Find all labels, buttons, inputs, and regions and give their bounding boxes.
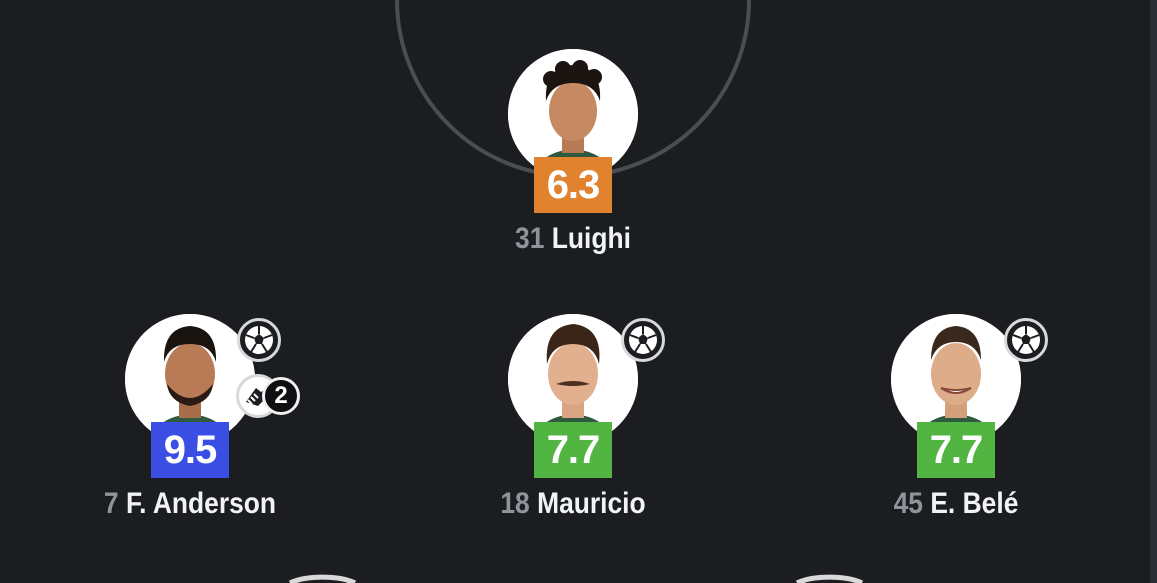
player-number: 31 <box>515 222 545 255</box>
player-label: 45 E. Belé <box>850 486 1061 522</box>
right-edge-strip <box>1150 0 1157 583</box>
player-name: Mauricio <box>537 487 646 520</box>
player-number: 18 <box>500 487 530 520</box>
player-rating: 9.5 <box>151 422 229 478</box>
player-rating: 7.7 <box>534 422 612 478</box>
player-name: E. Belé <box>930 487 1019 520</box>
ball-icon <box>621 318 665 362</box>
player-name: Luighi <box>551 222 631 255</box>
bottom-left-partial-avatar <box>288 574 357 583</box>
player-label: 18 Mauricio <box>467 486 678 522</box>
bottom-right-partial-avatar <box>795 574 864 583</box>
player-card-mauricio[interactable]: 7.7 18 Mauricio <box>453 314 693 529</box>
player-number: 7 <box>103 487 119 520</box>
ball-icon <box>1004 318 1048 362</box>
player-name: F. Anderson <box>125 487 277 520</box>
assist-count-badge: 2 <box>262 377 300 415</box>
player-card-f-anderson[interactable]: 2 9.5 7 F. Anderson <box>70 314 310 529</box>
ball-icon <box>237 318 281 362</box>
player-label: 31 Luighi <box>467 221 678 257</box>
player-rating: 6.3 <box>534 157 612 213</box>
player-label: 7 F. Anderson <box>84 486 295 522</box>
player-number: 45 <box>893 487 923 520</box>
player-rating: 7.7 <box>917 422 995 478</box>
player-card-e-bele[interactable]: 7.7 45 E. Belé <box>836 314 1076 529</box>
player-card-luighi[interactable]: 6.3 31 Luighi <box>453 49 693 264</box>
